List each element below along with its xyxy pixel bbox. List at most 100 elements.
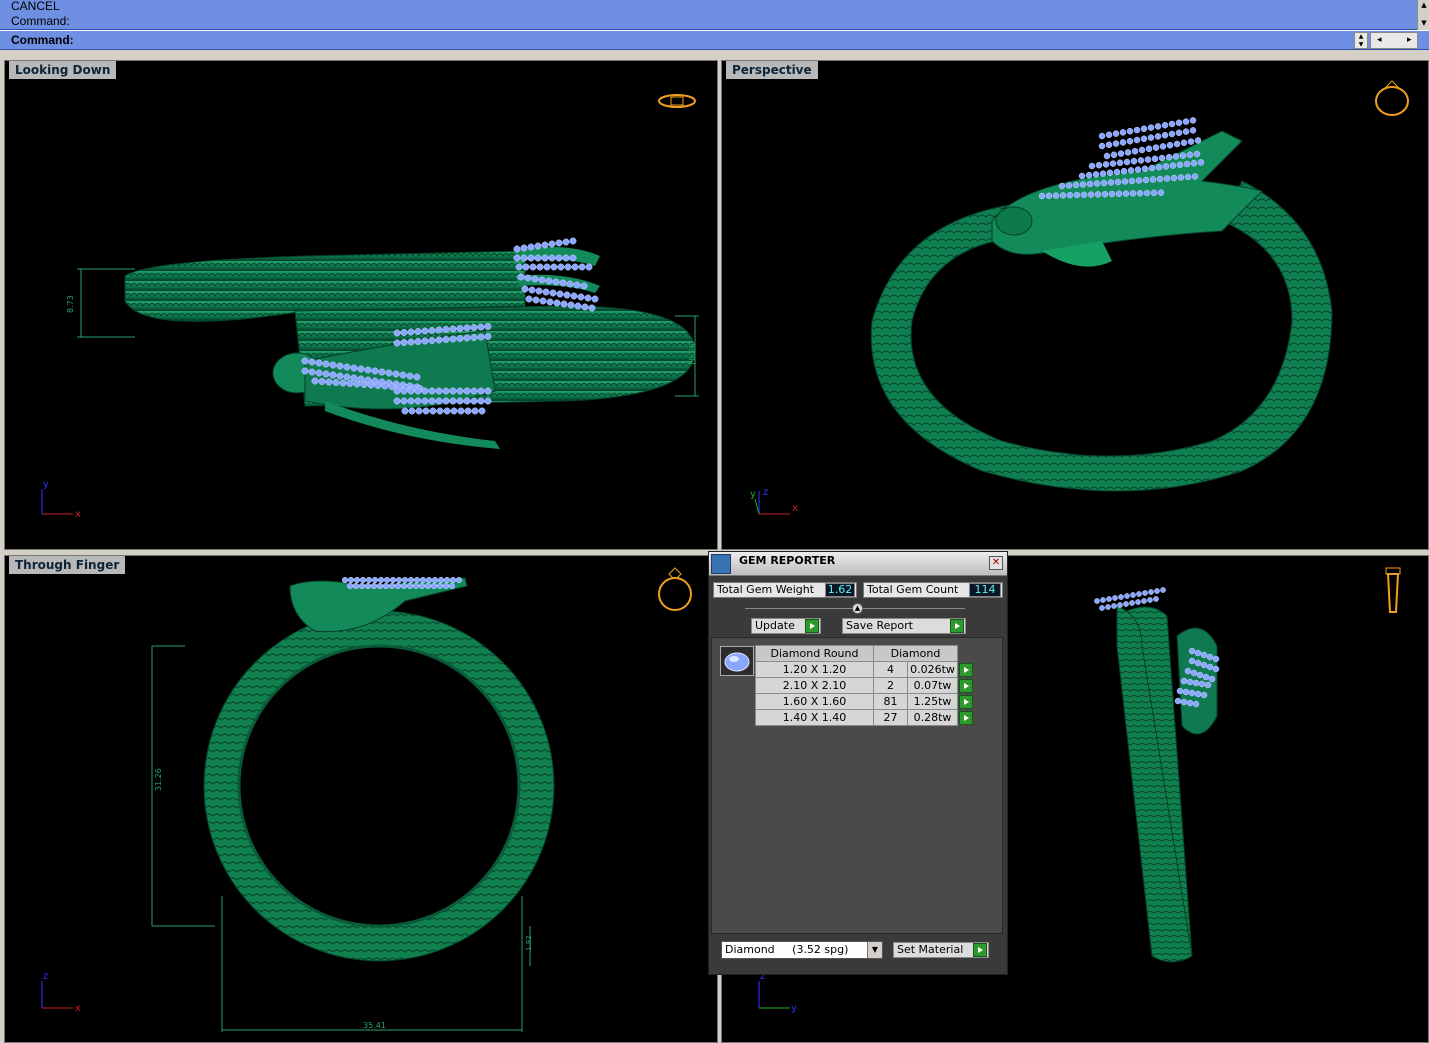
ring-side-icon[interactable] [1385,567,1401,613]
gem-stone [527,243,535,251]
gem-stone [1197,159,1205,166]
gem-stone [456,335,464,342]
gem-stone [1094,191,1102,198]
command-history-scrollbar[interactable]: ▲ ▼ [1417,0,1429,30]
gem-stone [389,576,397,584]
chevron-down-icon[interactable]: ▼ [867,942,882,958]
viewport-label[interactable]: Looking Down [9,61,117,79]
gem-stone [364,366,372,374]
gem-stone [1200,651,1208,659]
gem-stone [538,276,546,284]
spin-up-icon[interactable]: ▲ [1355,33,1367,41]
gem-stone [531,275,539,283]
gem-stone [543,263,551,271]
gem-stone [477,397,485,405]
update-button-label: Update [755,619,795,632]
row-go-icon[interactable] [959,678,973,693]
gem-stone [1124,593,1130,599]
table-row[interactable]: 2.10 X 2.10 2 0.07tw [755,677,974,694]
gem-stone [1188,657,1196,665]
material-select[interactable]: Diamond (3.52 spg) ▼ [721,941,883,959]
gem-stone [1187,138,1195,145]
nav-left-icon[interactable]: ◂ [1377,35,1382,45]
close-icon[interactable]: ✕ [989,556,1003,570]
command-input-bar[interactable]: Command: ▲ ▼ ◂ ▸ [0,30,1429,50]
ring-perspective-icon[interactable] [1375,80,1409,116]
gem-stone [378,368,386,376]
gem-stone [429,407,437,415]
ring-top-icon[interactable] [658,94,696,108]
viewport-label[interactable]: Perspective [726,61,818,79]
dimension-label: 10.26 [688,343,697,366]
table-header-shape: Diamond Round [755,645,874,662]
gem-stone [450,407,458,415]
gem-reporter-titlebar[interactable]: GEM REPORTER ✕ [709,552,1007,576]
row-go-icon[interactable] [959,710,973,725]
gem-stone [442,326,450,333]
command-spinner[interactable]: ▲ ▼ [1354,32,1368,49]
gem-stone [470,334,478,341]
gem-stone [1182,688,1190,696]
table-row[interactable]: 1.60 X 1.60 81 1.25tw [755,693,974,710]
gem-stone [377,576,385,584]
gem-stone [1085,171,1093,179]
save-report-button[interactable]: Save Report [842,618,966,634]
gem-stone [562,254,570,262]
gem-stone [408,407,416,415]
row-go-icon[interactable] [959,662,973,677]
update-go-icon[interactable] [805,619,819,633]
gem-stone [1154,588,1160,594]
gem-list-panel: Diamond Round Diamond 1.20 X 1.20 4 0.02… [711,637,1003,934]
set-material-button-label: Set Material [897,943,964,956]
gem-stone [407,576,415,584]
command-nav-buttons[interactable]: ◂ ▸ [1370,32,1418,49]
scroll-up-icon[interactable]: ▲ [1419,0,1429,10]
row-go-icon[interactable] [959,694,973,709]
gem-stone [542,288,550,296]
gem-stone [436,407,444,415]
gem-stone [422,407,430,415]
gem-stone [399,371,407,379]
viewport-through-finger[interactable]: 31.26 35.41 1.92 z x Through Finger [4,555,718,1043]
gem-stone [455,576,463,584]
ring-front-icon[interactable] [658,567,692,611]
gem-stone [359,576,367,584]
viewport-looking-down[interactable]: 8.73 10.26 y x Looking Down [4,60,718,550]
collapse-icon[interactable]: ▲ [852,603,863,614]
gem-stone [477,333,485,341]
set-material-go-icon[interactable] [973,943,987,957]
gem-stone [1200,691,1208,699]
table-row[interactable]: 1.40 X 1.40 27 0.28tw [755,709,974,726]
gem-stone [557,263,565,271]
gem-stone [407,338,415,346]
save-report-go-icon[interactable] [950,619,964,633]
gem-stone [1140,135,1148,143]
viewport-perspective[interactable]: z x y Perspective [721,60,1429,550]
gem-stone [428,387,436,395]
gem-stone [463,397,471,405]
scroll-down-icon[interactable]: ▼ [1419,18,1429,28]
gem-stone [1052,192,1060,199]
gem-stone [1188,647,1196,655]
gem-stone [315,359,323,367]
gem-stone [1175,129,1183,137]
viewport-label[interactable]: Through Finger [9,556,126,574]
table-row[interactable]: 1.20 X 1.20 4 0.026tw [755,661,974,678]
row-size: 1.40 X 1.40 [755,709,874,726]
gem-stone [1100,597,1106,603]
gem-stone [435,387,443,395]
gem-stone [534,242,542,250]
gem-stone [406,372,414,380]
gem-stone [347,576,355,584]
gem-stone [385,369,393,377]
command-history: CANCEL Command: ▲ ▼ [0,0,1429,30]
gem-stone [1186,699,1194,707]
gem-stone [534,254,542,262]
spin-down-icon[interactable]: ▼ [1355,41,1367,49]
gem-stone [1165,153,1173,161]
gem-stone [484,333,492,340]
gem-stone [477,387,485,395]
nav-right-icon[interactable]: ▸ [1407,35,1412,45]
gem-stone [435,336,443,344]
gem-stone [484,397,492,405]
